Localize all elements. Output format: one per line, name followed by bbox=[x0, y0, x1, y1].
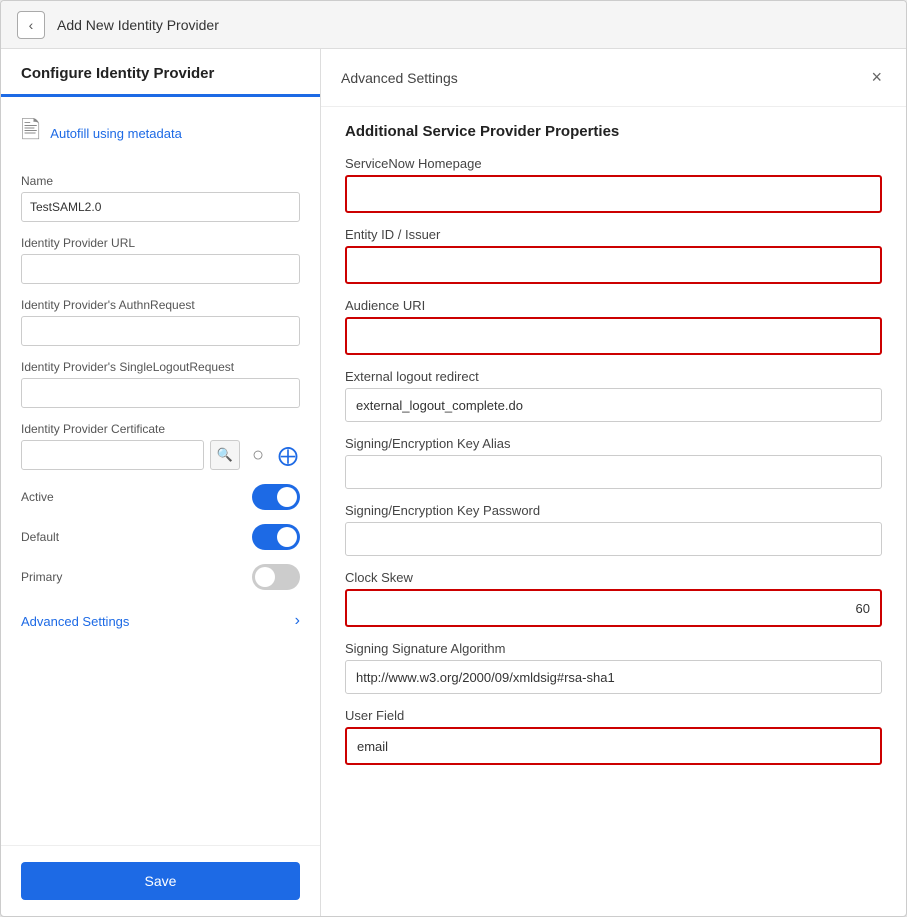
servicenow_homepage-label: ServiceNow Homepage bbox=[345, 156, 882, 171]
plus-circle-icon: ⨁ bbox=[278, 443, 298, 468]
chevron-right-icon: › bbox=[295, 612, 300, 630]
audience_uri-label: Audience URI bbox=[345, 298, 882, 313]
autofill-row[interactable]: 🖹 Autofill using metadata bbox=[21, 113, 300, 154]
primary-toggle-slider[interactable] bbox=[252, 564, 300, 590]
signing_key_password-label: Signing/Encryption Key Password bbox=[345, 503, 882, 518]
advanced-settings-link[interactable]: Advanced Settings › bbox=[21, 604, 300, 638]
modal-body: Configure Identity Provider 🖹 Autofill u… bbox=[1, 49, 906, 916]
idp-authn-input[interactable] bbox=[21, 316, 300, 346]
advanced-settings-label: Advanced Settings bbox=[21, 614, 129, 629]
servicenow_homepage-highlight-wrap bbox=[345, 175, 882, 213]
signing_algorithm-field-group: Signing Signature Algorithm bbox=[345, 641, 882, 694]
idp-cert-input[interactable] bbox=[21, 440, 204, 470]
entity_id-field-group: Entity ID / Issuer bbox=[345, 227, 882, 284]
default-toggle[interactable] bbox=[252, 524, 300, 550]
section-title: Additional Service Provider Properties bbox=[345, 123, 882, 140]
entity_id-label: Entity ID / Issuer bbox=[345, 227, 882, 242]
external_logout-field-group: External logout redirect bbox=[345, 369, 882, 422]
idp-logout-label: Identity Provider's SingleLogoutRequest bbox=[21, 360, 300, 374]
back-icon: ‹ bbox=[29, 17, 34, 33]
active-toggle-slider[interactable] bbox=[252, 484, 300, 510]
modal-container: ‹ Add New Identity Provider Configure Id… bbox=[0, 0, 907, 917]
active-toggle-row: Active bbox=[21, 484, 300, 510]
save-button[interactable]: Save bbox=[21, 862, 300, 900]
left-tab-header: Configure Identity Provider bbox=[1, 49, 320, 97]
external_logout-label: External logout redirect bbox=[345, 369, 882, 384]
close-button[interactable]: × bbox=[867, 63, 886, 92]
cert-add-button[interactable]: ⨁ bbox=[276, 443, 300, 467]
name-field-group: Name bbox=[21, 174, 300, 222]
audience_uri-field-group: Audience URI bbox=[345, 298, 882, 355]
audience_uri-input[interactable] bbox=[347, 319, 880, 353]
user_field-field-group: User Field bbox=[345, 708, 882, 765]
default-toggle-row: Default bbox=[21, 524, 300, 550]
signing_key_alias-input[interactable] bbox=[345, 455, 882, 489]
primary-label: Primary bbox=[21, 570, 62, 584]
idp-logout-field-group: Identity Provider's SingleLogoutRequest bbox=[21, 360, 300, 408]
cert-search-button[interactable]: 🔍 bbox=[210, 440, 240, 470]
minus-circle-icon: ○ bbox=[252, 444, 264, 467]
clock_skew-highlight-wrap bbox=[345, 589, 882, 627]
signing_algorithm-input[interactable] bbox=[345, 660, 882, 694]
clock_skew-label: Clock Skew bbox=[345, 570, 882, 585]
user_field-label: User Field bbox=[345, 708, 882, 723]
user_field-highlight-wrap bbox=[345, 727, 882, 765]
signing_algorithm-label: Signing Signature Algorithm bbox=[345, 641, 882, 656]
idp-url-input[interactable] bbox=[21, 254, 300, 284]
search-icon: 🔍 bbox=[217, 447, 233, 463]
signing_key_alias-label: Signing/Encryption Key Alias bbox=[345, 436, 882, 451]
idp-authn-field-group: Identity Provider's AuthnRequest bbox=[21, 298, 300, 346]
idp-cert-field-group: Identity Provider Certificate 🔍 ○ ⨁ bbox=[21, 422, 300, 470]
audience_uri-highlight-wrap bbox=[345, 317, 882, 355]
servicenow_homepage-input[interactable] bbox=[347, 177, 880, 211]
user_field-input[interactable] bbox=[347, 729, 880, 763]
active-toggle[interactable] bbox=[252, 484, 300, 510]
right-panel-title: Advanced Settings bbox=[341, 70, 458, 86]
entity_id-input[interactable] bbox=[347, 248, 880, 282]
primary-toggle-row: Primary bbox=[21, 564, 300, 590]
signing_key_password-input[interactable] bbox=[345, 522, 882, 556]
default-label: Default bbox=[21, 530, 59, 544]
autofill-icon: 🖹 bbox=[21, 113, 40, 154]
name-input[interactable] bbox=[21, 192, 300, 222]
cert-row: 🔍 ○ ⨁ bbox=[21, 440, 300, 470]
default-toggle-slider[interactable] bbox=[252, 524, 300, 550]
clock_skew-input[interactable] bbox=[347, 591, 880, 625]
servicenow_homepage-field-group: ServiceNow Homepage bbox=[345, 156, 882, 213]
idp-logout-input[interactable] bbox=[21, 378, 300, 408]
right-content: Additional Service Provider Properties S… bbox=[321, 107, 906, 916]
signing_key_alias-field-group: Signing/Encryption Key Alias bbox=[345, 436, 882, 489]
left-panel: Configure Identity Provider 🖹 Autofill u… bbox=[1, 49, 321, 916]
modal-header-title: Add New Identity Provider bbox=[57, 17, 219, 33]
right-fields-container: ServiceNow Homepage Entity ID / Issuer Aud… bbox=[345, 156, 882, 765]
idp-cert-label: Identity Provider Certificate bbox=[21, 422, 300, 436]
active-label: Active bbox=[21, 490, 54, 504]
cert-remove-button[interactable]: ○ bbox=[246, 443, 270, 467]
save-button-wrap: Save bbox=[1, 845, 320, 916]
left-tab-title: Configure Identity Provider bbox=[21, 65, 300, 94]
idp-authn-label: Identity Provider's AuthnRequest bbox=[21, 298, 300, 312]
back-button[interactable]: ‹ bbox=[17, 11, 45, 39]
right-panel-header: Advanced Settings × bbox=[321, 49, 906, 107]
external_logout-input[interactable] bbox=[345, 388, 882, 422]
name-label: Name bbox=[21, 174, 300, 188]
primary-toggle[interactable] bbox=[252, 564, 300, 590]
modal-header: ‹ Add New Identity Provider bbox=[1, 1, 906, 49]
right-panel: Advanced Settings × Additional Service P… bbox=[321, 49, 906, 916]
autofill-text[interactable]: Autofill using metadata bbox=[50, 126, 182, 141]
idp-url-field-group: Identity Provider URL bbox=[21, 236, 300, 284]
left-content: 🖹 Autofill using metadata Name Identity … bbox=[1, 97, 320, 845]
signing_key_password-field-group: Signing/Encryption Key Password bbox=[345, 503, 882, 556]
clock_skew-field-group: Clock Skew bbox=[345, 570, 882, 627]
idp-url-label: Identity Provider URL bbox=[21, 236, 300, 250]
entity_id-highlight-wrap bbox=[345, 246, 882, 284]
